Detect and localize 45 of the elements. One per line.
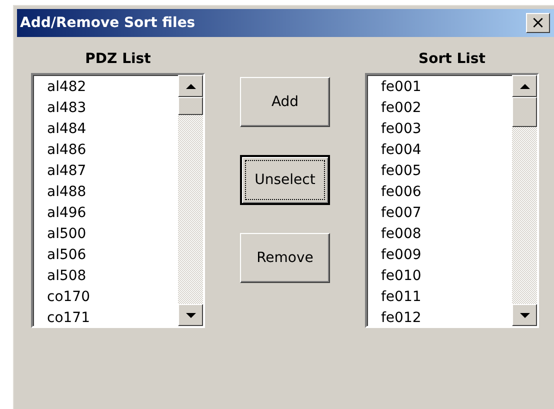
list-item[interactable]: al506 <box>47 245 178 266</box>
list-item[interactable]: fe008 <box>381 224 512 245</box>
list-item[interactable]: fe005 <box>381 161 512 182</box>
list-item[interactable]: fe010 <box>381 266 512 287</box>
action-button[interactable]: Add <box>240 77 330 127</box>
list-item[interactable]: al482 <box>47 77 178 98</box>
list-item[interactable]: fe004 <box>381 140 512 161</box>
list-item[interactable]: co170 <box>47 287 178 308</box>
list-item[interactable]: al487 <box>47 161 178 182</box>
list-item[interactable]: al483 <box>47 98 178 119</box>
scroll-up-icon <box>186 84 196 88</box>
list-heading: Sort List <box>418 51 486 69</box>
action-button[interactable]: Remove <box>240 233 330 283</box>
list-item[interactable]: al486 <box>47 140 178 161</box>
scrollbar[interactable] <box>178 75 203 326</box>
list-item[interactable]: fe007 <box>381 203 512 224</box>
list-item[interactable]: fe001 <box>381 77 512 98</box>
list-item[interactable]: al488 <box>47 182 178 203</box>
list-item[interactable]: fe011 <box>381 287 512 308</box>
scroll-up-button[interactable] <box>512 75 537 97</box>
list-item[interactable]: al500 <box>47 224 178 245</box>
sort-list[interactable]: fe001 fe002 fe003 fe004 fe005 fe006 fe007 fe008 fe009 fe010 fe011 fe012 <box>365 73 539 328</box>
window-title: Add/Remove Sort files <box>20 15 196 31</box>
list-heading: PDZ List <box>85 51 151 69</box>
scroll-down-icon <box>520 312 530 318</box>
list-item[interactable]: fe009 <box>381 245 512 266</box>
pdz-list[interactable]: al482 al483 al484 al486 al487 al488 al496 al500 al506 al508 co170 co171 <box>31 73 205 328</box>
scroll-up-icon <box>520 84 530 88</box>
list-item[interactable]: fe012 <box>381 308 512 329</box>
close-button[interactable]: × <box>526 13 550 33</box>
scroll-down-button[interactable] <box>512 304 537 326</box>
scroll-down-button[interactable] <box>178 304 203 326</box>
scroll-up-button[interactable] <box>178 75 203 97</box>
list-item[interactable]: al508 <box>47 266 178 287</box>
list-item[interactable]: al496 <box>47 203 178 224</box>
list-item[interactable]: co171 <box>47 308 178 329</box>
scrollbar[interactable] <box>512 75 537 326</box>
action-button[interactable]: Unselect <box>240 155 330 205</box>
scroll-down-icon <box>186 312 196 318</box>
list-item[interactable]: al484 <box>47 119 178 140</box>
list-item[interactable]: fe002 <box>381 98 512 119</box>
list-item[interactable]: fe006 <box>381 182 512 203</box>
scroll-thumb[interactable] <box>178 97 203 115</box>
list-item[interactable]: fe003 <box>381 119 512 140</box>
scroll-thumb[interactable] <box>512 97 537 127</box>
